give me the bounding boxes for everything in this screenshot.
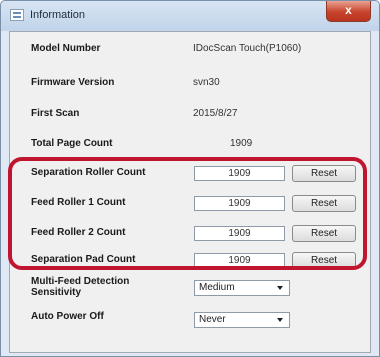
chevron-down-icon <box>277 318 283 322</box>
counter-row-feed-roller-2: Feed Roller 2 Count 1909 Reset <box>10 225 370 248</box>
title-bar[interactable]: Information <box>1 1 379 31</box>
counter-label: Feed Roller 1 Count <box>31 197 126 208</box>
counter-value-field: 1909 <box>194 253 285 268</box>
multifeed-sensitivity-select[interactable]: Medium <box>194 280 290 296</box>
first-scan-row: First Scan 2015/8/27 <box>10 108 370 130</box>
model-number-label: Model Number <box>31 43 101 54</box>
multifeed-label-line2: Sensitivity <box>31 287 82 298</box>
multifeed-sensitivity-row: Multi-Feed Detection Sensitivity Medium <box>10 276 370 306</box>
info-panel: Model Number IDocScan Touch(P1060) Firmw… <box>9 31 371 353</box>
firmware-version-row: Firmware Version svn30 <box>10 77 370 99</box>
total-page-count-label: Total Page Count <box>31 138 113 149</box>
counter-value-field: 1909 <box>194 166 285 181</box>
auto-power-off-row: Auto Power Off Never <box>10 309 370 331</box>
counter-value-field: 1909 <box>194 226 285 241</box>
close-button[interactable]: x <box>326 1 371 22</box>
reset-feed-roller-2-button[interactable]: Reset <box>292 225 356 242</box>
multifeed-selected-value: Medium <box>199 282 235 293</box>
firmware-version-value: svn30 <box>193 77 220 88</box>
reset-separation-pad-button[interactable]: Reset <box>292 252 356 269</box>
model-number-value: IDocScan Touch(P1060) <box>193 43 302 54</box>
counter-label: Feed Roller 2 Count <box>31 227 126 238</box>
reset-separation-roller-button[interactable]: Reset <box>292 165 356 182</box>
information-window: Information x Model Number IDocScan Touc… <box>0 0 380 357</box>
first-scan-label: First Scan <box>31 108 80 119</box>
multifeed-sensitivity-label: Multi-Feed Detection Sensitivity <box>31 276 129 298</box>
total-page-count-row: Total Page Count 1909 <box>10 138 370 160</box>
auto-power-off-select[interactable]: Never <box>194 312 290 328</box>
window-icon <box>10 9 24 21</box>
counter-label: Separation Roller Count <box>31 167 146 178</box>
counter-label: Separation Pad Count <box>31 254 136 265</box>
multifeed-label-line1: Multi-Feed Detection <box>31 276 130 287</box>
counter-value-field: 1909 <box>194 196 285 211</box>
counter-row-separation-roller: Separation Roller Count 1909 Reset <box>10 165 370 188</box>
total-page-count-value: 1909 <box>230 138 253 149</box>
chevron-down-icon <box>277 286 283 290</box>
close-icon: x <box>345 3 352 17</box>
firmware-version-label: Firmware Version <box>31 77 115 88</box>
window-title: Information <box>30 9 86 21</box>
counter-row-separation-pad: Separation Pad Count 1909 Reset <box>10 252 370 275</box>
reset-feed-roller-1-button[interactable]: Reset <box>292 195 356 212</box>
auto-power-off-label: Auto Power Off <box>31 311 104 322</box>
first-scan-value: 2015/8/27 <box>193 108 238 119</box>
counter-row-feed-roller-1: Feed Roller 1 Count 1909 Reset <box>10 195 370 218</box>
model-number-row: Model Number IDocScan Touch(P1060) <box>10 43 370 65</box>
auto-power-selected-value: Never <box>199 314 226 325</box>
